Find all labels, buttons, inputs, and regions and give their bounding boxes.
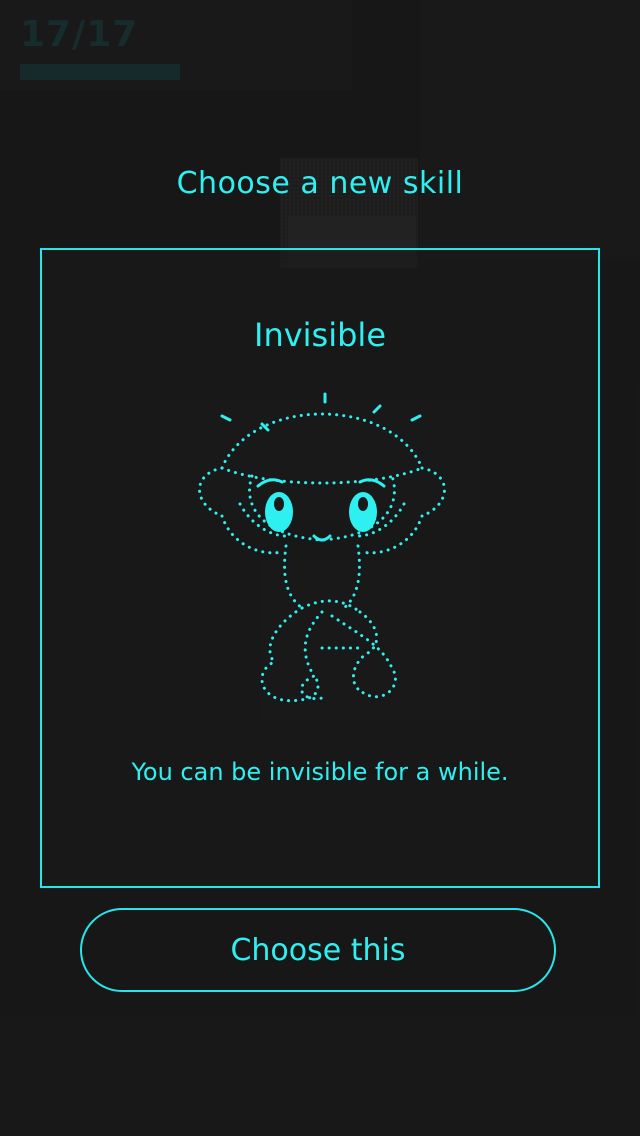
dotted-invisible-creature-icon [198,392,446,703]
skill-card[interactable]: Invisible You can be invisible for a whi… [40,248,600,888]
dialog-title: Choose a new skill [176,166,464,201]
game-screen: 17/17 Choose a new skill Invisible You c… [0,0,640,1136]
choose-this-button[interactable]: Choose this [80,908,556,992]
skill-name: Invisible [254,316,386,354]
skill-description: You can be invisible for a while. [131,758,509,786]
